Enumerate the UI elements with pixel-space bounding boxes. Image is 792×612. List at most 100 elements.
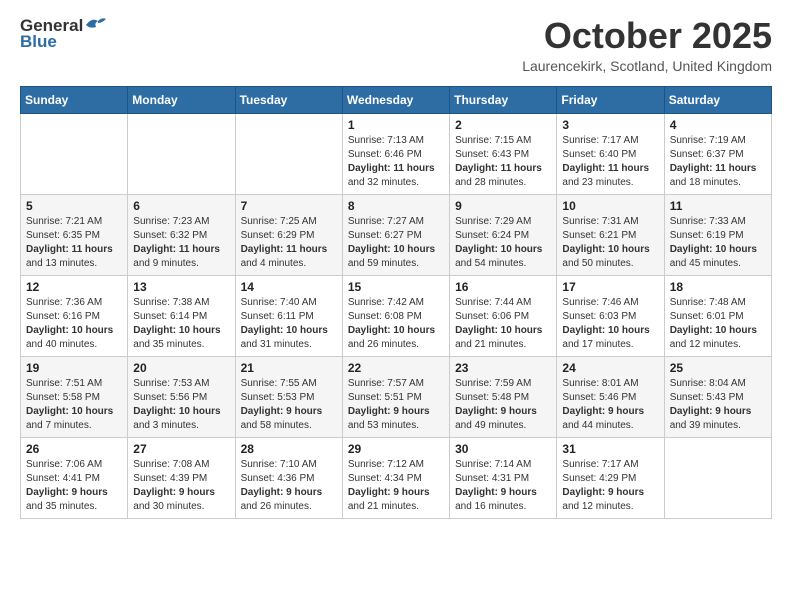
day-info: Sunrise: 7:17 AMSunset: 6:40 PMDaylight:… xyxy=(562,134,658,190)
week-row-1: 5Sunrise: 7:21 AMSunset: 6:35 PMDaylight… xyxy=(21,194,772,275)
day-info: Sunrise: 7:06 AMSunset: 4:41 PMDaylight:… xyxy=(26,458,122,514)
week-row-3: 19Sunrise: 7:51 AMSunset: 5:58 PMDayligh… xyxy=(21,356,772,437)
day-number: 24 xyxy=(562,361,658,375)
day-info: Sunrise: 7:29 AMSunset: 6:24 PMDaylight:… xyxy=(455,215,551,271)
calendar-cell-1-3: 8Sunrise: 7:27 AMSunset: 6:27 PMDaylight… xyxy=(342,194,449,275)
day-info: Sunrise: 7:40 AMSunset: 6:11 PMDaylight:… xyxy=(241,296,337,352)
calendar-cell-0-6: 4 Sunrise: 7:19 AMSunset: 6:37 PMDaylight… xyxy=(664,113,771,194)
day-number: 3 xyxy=(562,118,658,132)
day-info: Sunrise: 7:36 AMSunset: 6:16 PMDaylight:… xyxy=(26,296,122,352)
day-number: 1 xyxy=(348,118,444,132)
day-number: 13 xyxy=(133,280,229,294)
day-info: Sunrise: 7:21 AMSunset: 6:35 PMDaylight:… xyxy=(26,215,122,271)
day-info: Sunrise: 7:53 AMSunset: 5:56 PMDaylight:… xyxy=(133,377,229,433)
col-wednesday: Wednesday xyxy=(342,86,449,113)
week-row-4: 26 Sunrise: 7:06 AMSunset: 4:41 PMDayligh… xyxy=(21,437,772,518)
logo-blue-text: Blue xyxy=(20,32,57,52)
calendar-cell-1-2: 7 Sunrise: 7:25 AMSunset: 6:29 PMDaylight… xyxy=(235,194,342,275)
day-info: Sunrise: 7:17 AMSunset: 4:29 PMDaylight:… xyxy=(562,458,658,514)
calendar-cell-1-5: 10 Sunrise: 7:31 AMSunset: 6:21 PMDayligh… xyxy=(557,194,664,275)
calendar-cell-0-5: 3 Sunrise: 7:17 AMSunset: 6:40 PMDaylight… xyxy=(557,113,664,194)
day-number: 10 xyxy=(562,199,658,213)
day-info: Sunrise: 7:12 AMSunset: 4:34 PMDaylight:… xyxy=(348,458,444,514)
day-number: 21 xyxy=(241,361,337,375)
calendar-cell-2-2: 14 Sunrise: 7:40 AMSunset: 6:11 PMDayligh… xyxy=(235,275,342,356)
calendar-header-row: Sunday Monday Tuesday Wednesday Thursday… xyxy=(21,86,772,113)
calendar-cell-0-1 xyxy=(128,113,235,194)
day-number: 26 xyxy=(26,442,122,456)
week-row-0: 1 Sunrise: 7:13 AMSunset: 6:46 PMDaylight… xyxy=(21,113,772,194)
calendar-cell-4-1: 27Sunrise: 7:08 AMSunset: 4:39 PMDayligh… xyxy=(128,437,235,518)
col-friday: Friday xyxy=(557,86,664,113)
logo-bird-icon xyxy=(84,15,106,33)
calendar-cell-4-0: 26 Sunrise: 7:06 AMSunset: 4:41 PMDayligh… xyxy=(21,437,128,518)
day-number: 22 xyxy=(348,361,444,375)
calendar-cell-2-1: 13 Sunrise: 7:38 AMSunset: 6:14 PMDayligh… xyxy=(128,275,235,356)
day-info: Sunrise: 7:23 AMSunset: 6:32 PMDaylight:… xyxy=(133,215,229,271)
calendar-cell-3-4: 23 Sunrise: 7:59 AMSunset: 5:48 PMDayligh… xyxy=(450,356,557,437)
col-sunday: Sunday xyxy=(21,86,128,113)
day-number: 16 xyxy=(455,280,551,294)
day-number: 17 xyxy=(562,280,658,294)
calendar-cell-3-0: 19Sunrise: 7:51 AMSunset: 5:58 PMDayligh… xyxy=(21,356,128,437)
day-number: 25 xyxy=(670,361,766,375)
day-number: 27 xyxy=(133,442,229,456)
day-number: 31 xyxy=(562,442,658,456)
day-info: Sunrise: 7:13 AMSunset: 6:46 PMDaylight:… xyxy=(348,134,444,190)
calendar: Sunday Monday Tuesday Wednesday Thursday… xyxy=(20,86,772,519)
day-info: Sunrise: 7:59 AMSunset: 5:48 PMDaylight:… xyxy=(455,377,551,433)
day-number: 28 xyxy=(241,442,337,456)
header: General Blue October 2025 Laurencekirk, … xyxy=(20,16,772,74)
day-number: 18 xyxy=(670,280,766,294)
day-number: 23 xyxy=(455,361,551,375)
location: Laurencekirk, Scotland, United Kingdom xyxy=(522,58,772,74)
calendar-cell-0-2 xyxy=(235,113,342,194)
page: General Blue October 2025 Laurencekirk, … xyxy=(0,0,792,535)
calendar-cell-1-0: 5Sunrise: 7:21 AMSunset: 6:35 PMDaylight… xyxy=(21,194,128,275)
day-info: Sunrise: 7:31 AMSunset: 6:21 PMDaylight:… xyxy=(562,215,658,271)
calendar-cell-4-3: 29Sunrise: 7:12 AMSunset: 4:34 PMDayligh… xyxy=(342,437,449,518)
calendar-cell-1-4: 9Sunrise: 7:29 AMSunset: 6:24 PMDaylight… xyxy=(450,194,557,275)
calendar-cell-3-6: 25 Sunrise: 8:04 AMSunset: 5:43 PMDayligh… xyxy=(664,356,771,437)
day-number: 6 xyxy=(133,199,229,213)
calendar-cell-4-4: 30 Sunrise: 7:14 AMSunset: 4:31 PMDayligh… xyxy=(450,437,557,518)
calendar-cell-4-6 xyxy=(664,437,771,518)
day-info: Sunrise: 7:19 AMSunset: 6:37 PMDaylight:… xyxy=(670,134,766,190)
calendar-cell-3-3: 22 Sunrise: 7:57 AMSunset: 5:51 PMDayligh… xyxy=(342,356,449,437)
calendar-cell-3-5: 24 Sunrise: 8:01 AMSunset: 5:46 PMDayligh… xyxy=(557,356,664,437)
day-info: Sunrise: 7:25 AMSunset: 6:29 PMDaylight:… xyxy=(241,215,337,271)
calendar-cell-2-0: 12 Sunrise: 7:36 AMSunset: 6:16 PMDayligh… xyxy=(21,275,128,356)
calendar-cell-2-5: 17 Sunrise: 7:46 AMSunset: 6:03 PMDayligh… xyxy=(557,275,664,356)
day-number: 2 xyxy=(455,118,551,132)
calendar-cell-0-4: 2Sunrise: 7:15 AMSunset: 6:43 PMDaylight… xyxy=(450,113,557,194)
day-info: Sunrise: 7:48 AMSunset: 6:01 PMDaylight:… xyxy=(670,296,766,352)
col-thursday: Thursday xyxy=(450,86,557,113)
calendar-cell-1-6: 11Sunrise: 7:33 AMSunset: 6:19 PMDayligh… xyxy=(664,194,771,275)
calendar-cell-3-1: 20Sunrise: 7:53 AMSunset: 5:56 PMDayligh… xyxy=(128,356,235,437)
day-info: Sunrise: 7:55 AMSunset: 5:53 PMDaylight:… xyxy=(241,377,337,433)
day-info: Sunrise: 7:14 AMSunset: 4:31 PMDaylight:… xyxy=(455,458,551,514)
day-number: 15 xyxy=(348,280,444,294)
calendar-cell-4-5: 31 Sunrise: 7:17 AMSunset: 4:29 PMDayligh… xyxy=(557,437,664,518)
day-number: 7 xyxy=(241,199,337,213)
day-number: 14 xyxy=(241,280,337,294)
day-info: Sunrise: 7:44 AMSunset: 6:06 PMDaylight:… xyxy=(455,296,551,352)
calendar-cell-4-2: 28Sunrise: 7:10 AMSunset: 4:36 PMDayligh… xyxy=(235,437,342,518)
day-number: 8 xyxy=(348,199,444,213)
week-row-2: 12 Sunrise: 7:36 AMSunset: 6:16 PMDayligh… xyxy=(21,275,772,356)
title-block: October 2025 Laurencekirk, Scotland, Uni… xyxy=(522,16,772,74)
calendar-cell-0-0 xyxy=(21,113,128,194)
day-info: Sunrise: 7:42 AMSunset: 6:08 PMDaylight:… xyxy=(348,296,444,352)
day-info: Sunrise: 7:46 AMSunset: 6:03 PMDaylight:… xyxy=(562,296,658,352)
calendar-cell-1-1: 6 Sunrise: 7:23 AMSunset: 6:32 PMDaylight… xyxy=(128,194,235,275)
day-info: Sunrise: 7:38 AMSunset: 6:14 PMDaylight:… xyxy=(133,296,229,352)
day-info: Sunrise: 7:51 AMSunset: 5:58 PMDaylight:… xyxy=(26,377,122,433)
day-info: Sunrise: 7:33 AMSunset: 6:19 PMDaylight:… xyxy=(670,215,766,271)
day-number: 30 xyxy=(455,442,551,456)
day-info: Sunrise: 8:04 AMSunset: 5:43 PMDaylight:… xyxy=(670,377,766,433)
day-info: Sunrise: 8:01 AMSunset: 5:46 PMDaylight:… xyxy=(562,377,658,433)
month-title: October 2025 xyxy=(522,16,772,56)
day-number: 12 xyxy=(26,280,122,294)
day-number: 4 xyxy=(670,118,766,132)
day-info: Sunrise: 7:57 AMSunset: 5:51 PMDaylight:… xyxy=(348,377,444,433)
